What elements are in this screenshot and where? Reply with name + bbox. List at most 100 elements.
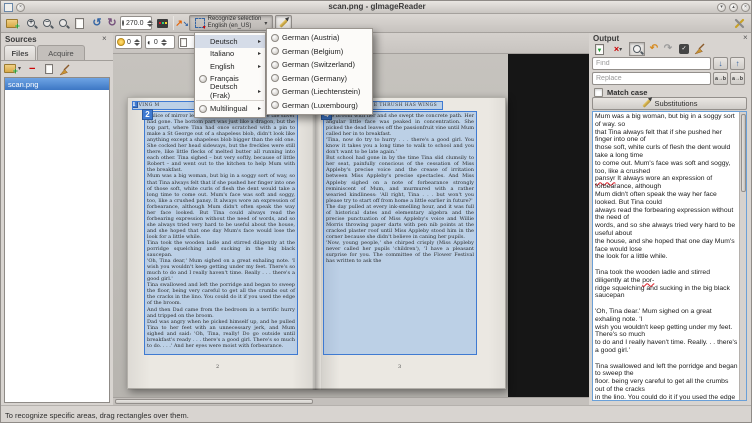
menu-item-german-switzerland[interactable]: German (Switzerland) xyxy=(267,58,372,72)
match-case-row: Match case xyxy=(594,88,647,97)
delete-page-icon xyxy=(45,64,53,74)
minimize-button[interactable]: ▾ xyxy=(717,3,726,12)
ocr-region-right-page[interactable]: the broom with her and she swept the con… xyxy=(323,111,477,355)
redo-button[interactable]: ↷ xyxy=(661,42,675,54)
radio-icon xyxy=(199,105,207,113)
zoom-original-button[interactable] xyxy=(55,15,71,31)
undo-button[interactable]: ↶ xyxy=(647,42,661,54)
output-close-icon[interactable]: × xyxy=(743,34,748,42)
file-list-item[interactable]: scan.png xyxy=(5,78,109,90)
menu-item-deutsch[interactable]: Deutsch▸ xyxy=(195,35,265,48)
export-output-button[interactable]: ▼ xyxy=(592,43,606,55)
open-image-button[interactable] xyxy=(3,15,21,31)
remove-icon: − xyxy=(29,63,35,75)
recognize-button[interactable]: Recognize selection English (en_US) ▾ xyxy=(189,15,273,31)
output-vertical-scrollbar[interactable] xyxy=(739,112,746,400)
menu-item-deutsch-frak[interactable]: Deutsch (Frak)▸ xyxy=(195,85,265,98)
tab-acquire[interactable]: Acquire xyxy=(37,45,85,60)
spellcheck-button[interactable]: ✓ xyxy=(677,43,691,55)
menu-item-italiano[interactable]: Italiano▸ xyxy=(195,48,265,61)
submenu-arrow-icon: ▸ xyxy=(258,88,261,95)
pen-icon xyxy=(642,99,650,107)
replace-all-icon: a→b xyxy=(732,76,743,82)
arrow-down-icon: ↓ xyxy=(719,59,723,68)
strip-linebreaks-button[interactable] xyxy=(693,43,707,55)
replace-all-button[interactable]: a→b xyxy=(730,72,745,85)
menu-item-german-germany[interactable]: German (Germany) xyxy=(267,72,372,86)
radio-icon xyxy=(271,47,279,55)
best-fit-button[interactable] xyxy=(71,15,87,31)
submenu-arrow-icon: ▸ xyxy=(258,38,261,45)
zoom-in-button[interactable] xyxy=(23,15,39,31)
match-case-checkbox[interactable] xyxy=(594,88,603,97)
delete-file-button[interactable] xyxy=(45,64,53,74)
clear-output-button[interactable]: ×▾ xyxy=(609,43,627,55)
zoom-out-icon xyxy=(43,19,51,27)
find-next-button[interactable]: ↓ xyxy=(713,57,728,70)
contrast-spinbox[interactable]: ◐ 0 xyxy=(145,35,175,49)
status-bar: To recognize specific areas, drag rectan… xyxy=(1,405,752,423)
best-fit-icon xyxy=(75,18,84,29)
rotation-spinner[interactable] xyxy=(147,20,153,27)
pen-icon xyxy=(279,19,287,27)
ocr-region-left-page[interactable]: a slice of mirror left. Most of it was b… xyxy=(144,111,298,355)
status-text: To recognize specific areas, drag rectan… xyxy=(5,411,189,420)
spellcheck-icon: ✓ xyxy=(679,44,689,54)
menu-item-multilingual[interactable]: Multilingual▸ xyxy=(195,103,265,116)
rotate-right-button[interactable]: ↻ xyxy=(104,15,120,31)
open-file-icon xyxy=(4,64,16,73)
menu-item-english[interactable]: English▸ xyxy=(195,60,265,73)
scrollbar-thumb[interactable] xyxy=(741,114,746,192)
find-replace-button[interactable] xyxy=(629,42,645,56)
rotate-left-button[interactable]: ↺ xyxy=(89,15,105,31)
settings-button[interactable] xyxy=(732,15,748,31)
menu-item-german-luxembourg[interactable]: German (Luxembourg) xyxy=(267,99,372,113)
clear-dropdown-icon[interactable]: ▾ xyxy=(619,46,622,53)
rotation-spinbox[interactable]: 270.0 xyxy=(120,16,152,30)
sources-close-icon[interactable]: × xyxy=(102,35,107,43)
replace-input[interactable] xyxy=(592,72,711,85)
gimagereader-window: × scan.png - gImageReader ▾ ▴ × ↺ ↻ 270.… xyxy=(0,0,752,423)
replace-button[interactable]: a→b xyxy=(713,72,728,85)
brightness-spinbox[interactable]: 0 xyxy=(115,35,142,49)
broom-icon xyxy=(59,64,71,76)
left-page-text: a slice of mirror left. Most of it was b… xyxy=(145,112,297,352)
maximize-button[interactable]: ▴ xyxy=(729,3,738,12)
recognize-label: Recognize selection xyxy=(208,16,262,22)
tab-files[interactable]: Files xyxy=(4,45,36,60)
clear-list-button[interactable] xyxy=(59,64,71,76)
auto-layout-button[interactable]: ↗↘ xyxy=(175,15,189,31)
german-submenu: German (Austria) German (Belgium) German… xyxy=(266,28,373,115)
brightness-value: 0 xyxy=(125,39,133,46)
titlebar[interactable]: × scan.png - gImageReader ▾ ▴ × xyxy=(1,1,752,14)
add-images-button[interactable]: ▾ xyxy=(4,64,21,73)
display-icon xyxy=(157,19,168,28)
scrollbar-thumb[interactable] xyxy=(115,399,313,404)
open-image-icon xyxy=(6,19,18,28)
open-dropdown-icon[interactable]: ▾ xyxy=(18,65,21,72)
toolbar-separator xyxy=(173,16,174,30)
language-menu: Deutsch▸ Italiano▸ English▸ Français Deu… xyxy=(194,32,266,118)
close-button[interactable]: × xyxy=(741,3,750,12)
zoom-out-button[interactable] xyxy=(39,15,55,31)
output-textarea[interactable]: Mum was a big woman, but big in a soggy … xyxy=(592,111,747,401)
remove-image-button[interactable]: − xyxy=(29,63,35,75)
menu-item-german-austria[interactable]: German (Austria) xyxy=(267,31,372,45)
contrast-spinner[interactable] xyxy=(161,39,167,46)
find-prev-button[interactable]: ↑ xyxy=(730,57,745,70)
find-input[interactable] xyxy=(592,57,711,70)
menu-item-german-belgium[interactable]: German (Belgium) xyxy=(267,45,372,59)
menu-item-german-liechtenstein[interactable]: German (Liechtenstein) xyxy=(267,85,372,99)
canvas-horizontal-scrollbar[interactable] xyxy=(113,397,589,405)
contrast-value: 0 xyxy=(152,39,160,46)
region-badge: 1 xyxy=(132,101,138,108)
image-controls-button[interactable] xyxy=(154,15,170,31)
substitutions-button[interactable]: Substitutions xyxy=(592,97,747,110)
file-list: scan.png xyxy=(4,77,110,403)
output-title: Output xyxy=(593,34,619,43)
brightness-icon xyxy=(117,38,125,46)
zoom-original-icon xyxy=(59,19,67,27)
radio-icon xyxy=(271,101,279,109)
radio-icon xyxy=(271,74,279,82)
brightness-spinner[interactable] xyxy=(134,39,140,46)
